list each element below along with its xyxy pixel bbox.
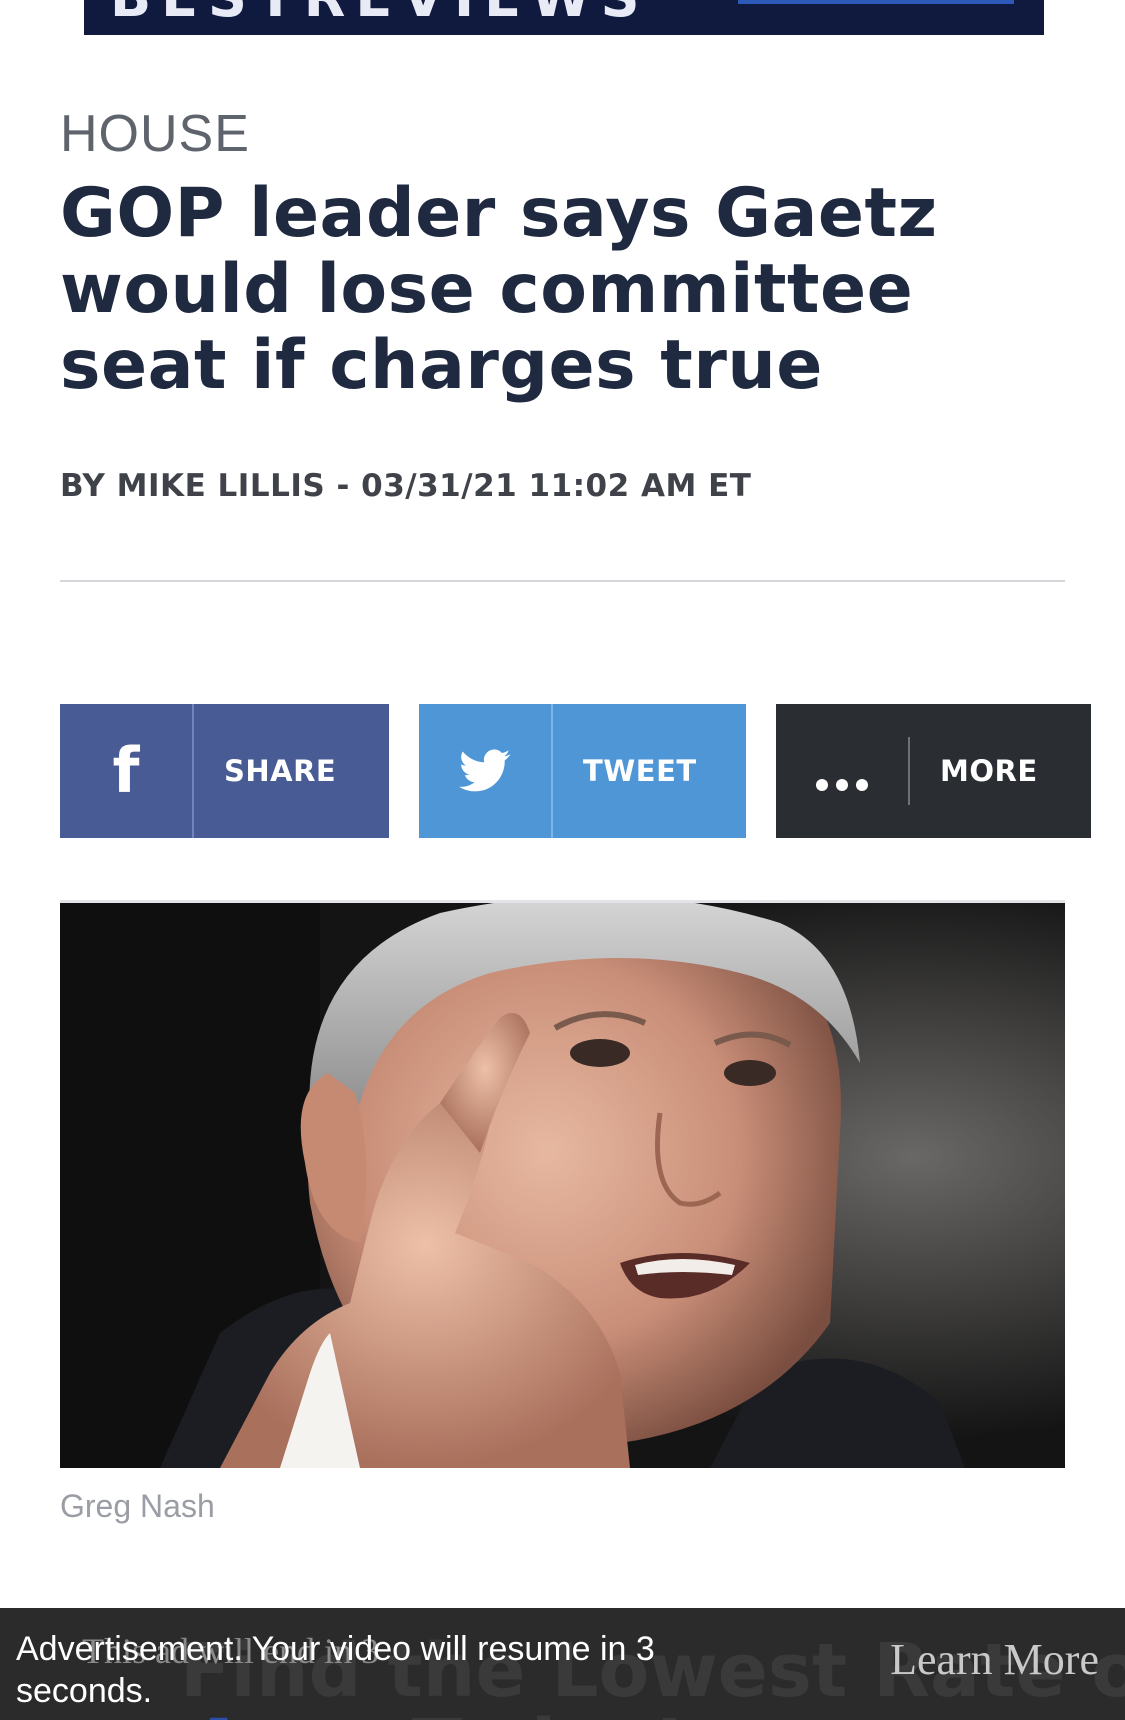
twitter-tweet-button[interactable]: TWEET xyxy=(419,704,746,838)
article-byline: BY MIKE LILLIS - 03/31/21 11:02 AM ET xyxy=(60,468,752,504)
article-headline: GOP leader says Gaetz would lose committ… xyxy=(60,174,938,405)
facebook-icon: f xyxy=(112,734,140,807)
photo-caption: Greg Nash xyxy=(60,1488,215,1524)
twitter-bird-icon xyxy=(419,704,551,838)
header-divider xyxy=(60,580,1065,582)
facebook-share-label: SHARE xyxy=(224,754,337,788)
ad-resume-message: Advertisement. Your video will resume in… xyxy=(16,1630,655,1710)
banner-accent-bar xyxy=(738,0,1014,4)
top-ad-banner[interactable]: BESTREVIEWS xyxy=(84,0,1044,35)
facebook-share-button[interactable]: f SHARE xyxy=(60,704,389,838)
more-share-label: MORE xyxy=(940,754,1038,788)
banner-brand-text: BESTREVIEWS xyxy=(110,0,649,29)
more-dots-icon xyxy=(776,704,908,838)
twitter-tweet-label: TWEET xyxy=(583,754,697,788)
section-label[interactable]: HOUSE xyxy=(60,104,250,164)
learn-more-link[interactable]: Learn More xyxy=(890,1634,1099,1685)
video-ad-overlay[interactable]: Find the Lowest Rate on Auto Today! This… xyxy=(0,1608,1125,1720)
article-photo[interactable] xyxy=(60,900,1065,1468)
more-share-button[interactable]: MORE xyxy=(776,704,1091,838)
